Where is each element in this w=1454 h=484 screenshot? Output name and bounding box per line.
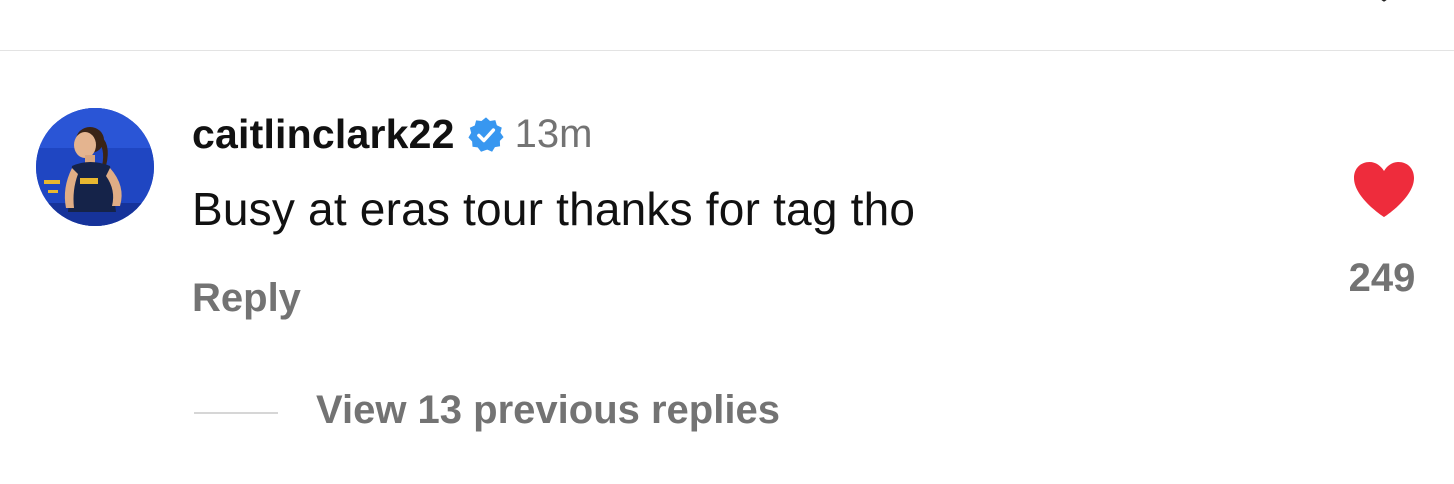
comment-text: Busy at eras tour thanks for tag tho <box>192 183 916 235</box>
comment-header: caitlinclark22 13m <box>192 108 592 160</box>
divider <box>0 50 1454 51</box>
chevron-down-icon[interactable] <box>1372 0 1396 2</box>
view-previous-replies-button[interactable]: View 13 previous replies <box>316 388 780 433</box>
like-count: 249 <box>1348 256 1416 300</box>
reply-button[interactable]: Reply <box>192 276 301 321</box>
avatar[interactable] <box>36 108 154 226</box>
username[interactable]: caitlinclark22 <box>192 111 455 158</box>
avatar-photo <box>36 108 154 226</box>
verified-badge-icon <box>468 117 504 152</box>
replies-divider-line <box>194 412 278 414</box>
comment-screen: caitlinclark22 13m Busy at eras tour tha… <box>0 0 1454 484</box>
heart-icon[interactable] <box>1350 160 1418 220</box>
timestamp: 13m <box>514 111 593 156</box>
